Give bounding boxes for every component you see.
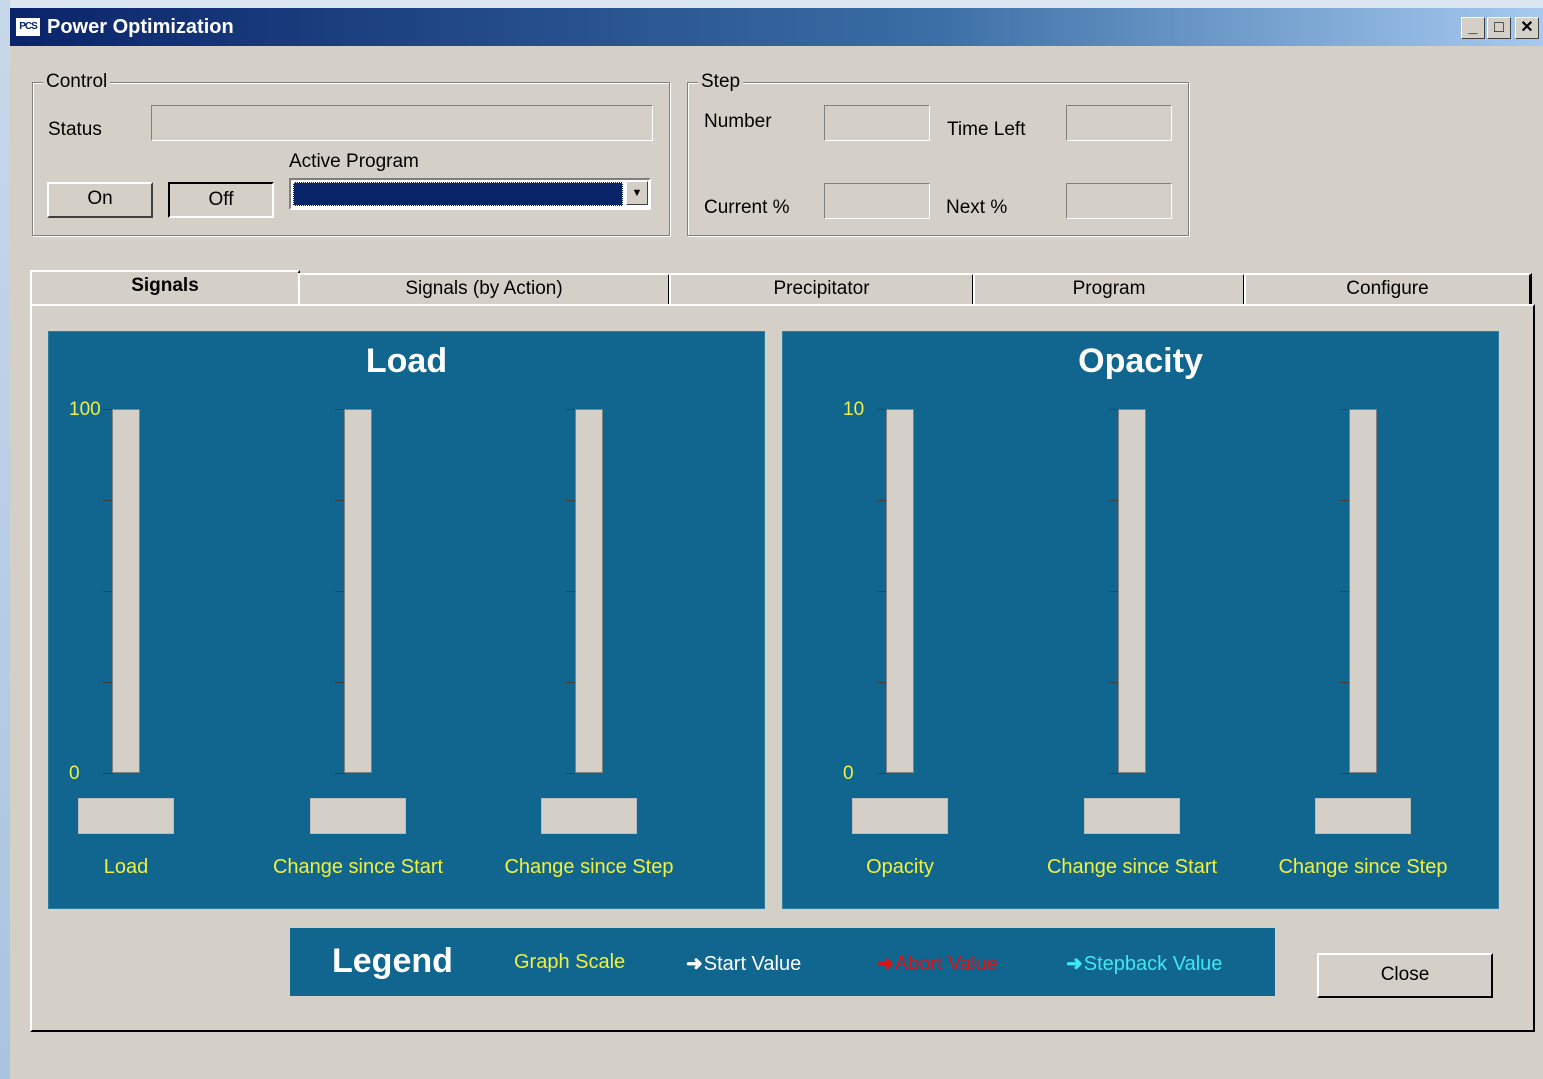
- opacity-bar-caption: Opacity: [866, 856, 934, 878]
- desktop-background: [0, 0, 10, 1079]
- change-since-step-caption: Change since Step: [504, 856, 674, 878]
- current-percent-field: [824, 183, 930, 219]
- change-since-start-value-box: [310, 798, 406, 834]
- arrow-right-icon: ➜: [877, 953, 894, 975]
- opacity-step-tick: [1340, 773, 1350, 774]
- time-left-field: [1066, 105, 1172, 141]
- chevron-down-icon[interactable]: ▼: [626, 181, 648, 205]
- load-scale-max: 100: [69, 399, 101, 420]
- legend-graph-scale: Graph Scale: [514, 951, 626, 973]
- on-button[interactable]: On: [47, 182, 153, 218]
- step-legend: Step: [698, 71, 744, 93]
- opacity-panel: Opacity 10 0 Opacity Change since Start …: [782, 331, 1499, 909]
- change-since-step-bar: [575, 409, 603, 773]
- opacity-start-tick: [1109, 773, 1119, 774]
- opacity-scale-max: 10: [843, 399, 865, 420]
- change-since-start-caption: Change since Start: [272, 856, 444, 878]
- load-bar: [112, 409, 140, 773]
- tab-precipitator[interactable]: Precipitator: [669, 273, 975, 305]
- legend-abort-value: ➜Abort Value: [877, 951, 998, 976]
- off-button[interactable]: Off: [168, 182, 274, 218]
- number-field: [824, 105, 930, 141]
- close-window-button[interactable]: ✕: [1515, 17, 1539, 39]
- change-since-start-tick: [335, 773, 345, 774]
- time-left-label: Time Left: [947, 119, 1026, 140]
- change-since-start-bar: [344, 409, 372, 773]
- opacity-change-since-start-caption: Change since Start: [1046, 856, 1218, 878]
- arrow-right-icon: ➜: [686, 953, 703, 975]
- number-label: Number: [704, 111, 772, 132]
- legend-stepback-value-label: Stepback Value: [1083, 953, 1223, 975]
- load-value-box: [78, 798, 174, 834]
- close-button[interactable]: Close: [1317, 953, 1493, 998]
- opacity-tick: [877, 773, 887, 774]
- window-title: Power Optimization: [47, 16, 234, 38]
- next-percent-label: Next %: [946, 197, 1008, 218]
- app-icon: PCS: [15, 17, 41, 37]
- power-optimization-window: PCS Power Optimization _ □ ✕ Control Sta…: [10, 8, 1543, 1079]
- opacity-value-box: [852, 798, 948, 834]
- opacity-scale-min: 0: [843, 763, 854, 784]
- opacity-change-since-step-caption: Change since Step: [1278, 856, 1448, 878]
- change-since-step-tick: [566, 773, 576, 774]
- minimize-button[interactable]: _: [1461, 17, 1485, 39]
- opacity-change-since-start-bar: [1118, 409, 1146, 773]
- status-field: [151, 105, 653, 141]
- tab-program[interactable]: Program: [973, 273, 1246, 305]
- tab-configure[interactable]: Configure: [1244, 273, 1532, 305]
- active-program-label: Active Program: [289, 151, 419, 172]
- opacity-change-since-step-value-box: [1315, 798, 1411, 834]
- tab-signals-by-action[interactable]: Signals (by Action): [298, 273, 671, 305]
- status-label: Status: [48, 119, 102, 140]
- active-program-select[interactable]: ▼: [289, 178, 651, 210]
- maximize-button[interactable]: □: [1487, 17, 1511, 39]
- load-panel: Load 100 0 Load Change since Start Chang…: [48, 331, 765, 909]
- next-percent-field: [1066, 183, 1172, 219]
- tab-signals[interactable]: Signals: [30, 270, 300, 306]
- legend-abort-value-label: Abort Value: [894, 953, 998, 975]
- arrow-right-icon: ➜: [1066, 953, 1083, 975]
- title-bar[interactable]: PCS Power Optimization _ □ ✕: [10, 8, 1543, 46]
- legend-start-value-label: Start Value: [703, 953, 802, 975]
- legend-panel: Legend Graph Scale ➜Start Value ➜Abort V…: [290, 928, 1275, 996]
- opacity-change-since-step-bar: [1349, 409, 1377, 773]
- opacity-bar: [886, 409, 914, 773]
- legend-start-value: ➜Start Value: [686, 951, 801, 976]
- legend-stepback-value: ➜Stepback Value: [1066, 951, 1222, 976]
- active-program-value: [293, 182, 623, 206]
- opacity-panel-title: Opacity: [1078, 342, 1203, 380]
- load-scale-min: 0: [69, 763, 80, 784]
- control-legend: Control: [43, 71, 111, 93]
- current-percent-label: Current %: [704, 197, 790, 218]
- load-panel-title: Load: [365, 342, 448, 380]
- load-bar-caption: Load: [103, 856, 149, 878]
- change-since-step-value-box: [541, 798, 637, 834]
- legend-title: Legend: [332, 942, 453, 980]
- load-tick: [103, 773, 113, 774]
- opacity-change-since-start-value-box: [1084, 798, 1180, 834]
